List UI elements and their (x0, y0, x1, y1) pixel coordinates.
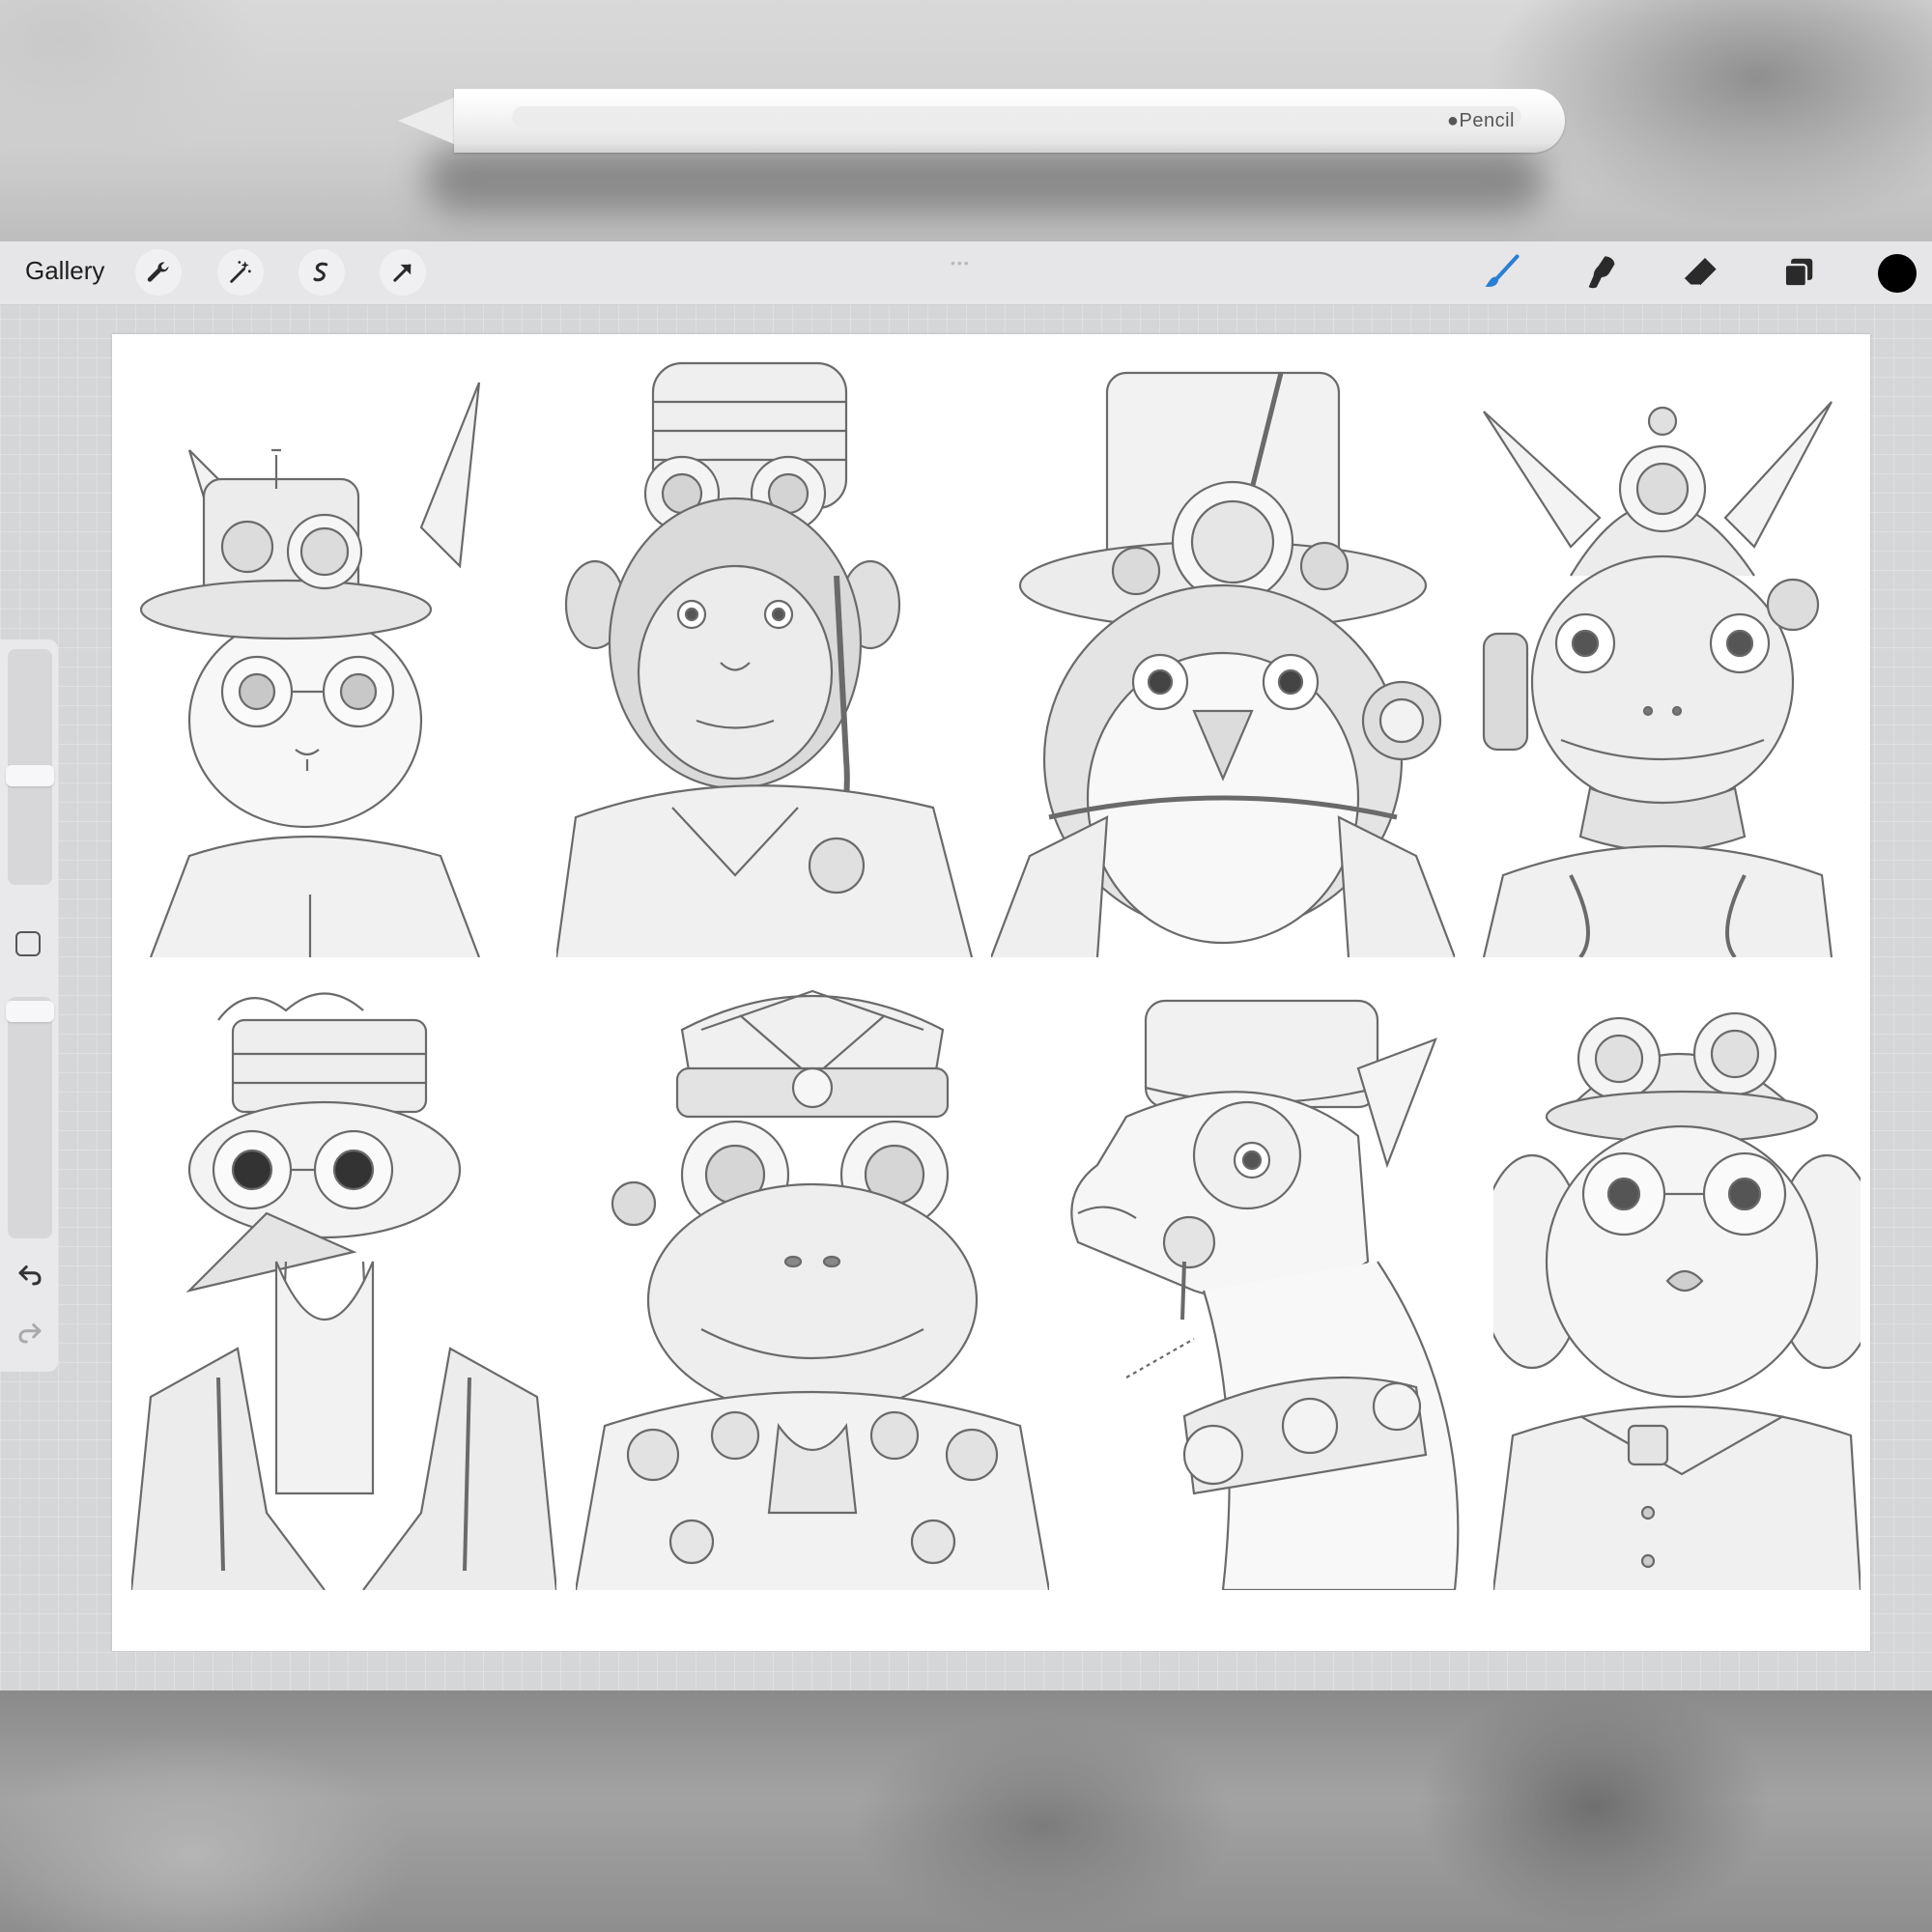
apple-logo-icon: ● (1446, 110, 1460, 131)
opacity-thumb[interactable] (6, 1001, 54, 1022)
selection-button[interactable] (298, 249, 345, 296)
steampunk-llama-portrait (1068, 972, 1474, 1590)
smudge-icon (1588, 256, 1615, 289)
left-sidebar (0, 639, 58, 1372)
steampunk-chimpanzee-portrait (556, 354, 981, 957)
brush-tool-button[interactable] (1480, 251, 1522, 294)
pencil-flat-side (512, 106, 1521, 128)
eraser-icon (1683, 258, 1717, 287)
steampunk-frog-portrait (576, 972, 1049, 1590)
pencil-brand-label: ●Pencil (1446, 110, 1515, 131)
redo-icon[interactable] (15, 1318, 44, 1347)
color-picker-button[interactable] (1878, 254, 1917, 293)
toolbar-grabber[interactable]: ••• (951, 255, 971, 270)
layers-icon (1783, 258, 1813, 288)
wrench-icon (147, 262, 169, 282)
steampunk-dog-portrait (1493, 972, 1861, 1590)
steampunk-lizard-portrait (1464, 354, 1851, 957)
undo-icon[interactable] (15, 1260, 44, 1289)
layers-button[interactable] (1777, 251, 1820, 294)
background-bottom (0, 1690, 1932, 1932)
steampunk-ostrich-portrait (131, 972, 556, 1590)
actions-button[interactable] (135, 249, 182, 296)
pencil-tip (398, 97, 456, 145)
steampunk-penguin-portrait (991, 354, 1455, 957)
drawing-canvas[interactable] (112, 334, 1870, 1651)
smudge-tool-button[interactable] (1580, 251, 1623, 294)
transform-button[interactable] (380, 249, 426, 296)
pencil-shadow (425, 145, 1546, 213)
brush-size-slider[interactable] (6, 649, 54, 885)
magic-wand-icon (230, 261, 251, 283)
selection-icon (313, 262, 328, 282)
brush-icon (1485, 254, 1520, 287)
modify-button[interactable] (15, 931, 41, 956)
eraser-tool-button[interactable] (1679, 251, 1721, 294)
transform-arrow-icon (393, 264, 412, 282)
gallery-button[interactable]: Gallery (25, 256, 104, 286)
apple-pencil: ●Pencil (454, 89, 1565, 153)
steampunk-cat-portrait (131, 354, 537, 957)
opacity-slider[interactable] (6, 997, 54, 1238)
adjustments-button[interactable] (217, 249, 264, 296)
brush-size-thumb[interactable] (6, 765, 54, 786)
top-toolbar: Gallery ••• (0, 242, 1932, 305)
